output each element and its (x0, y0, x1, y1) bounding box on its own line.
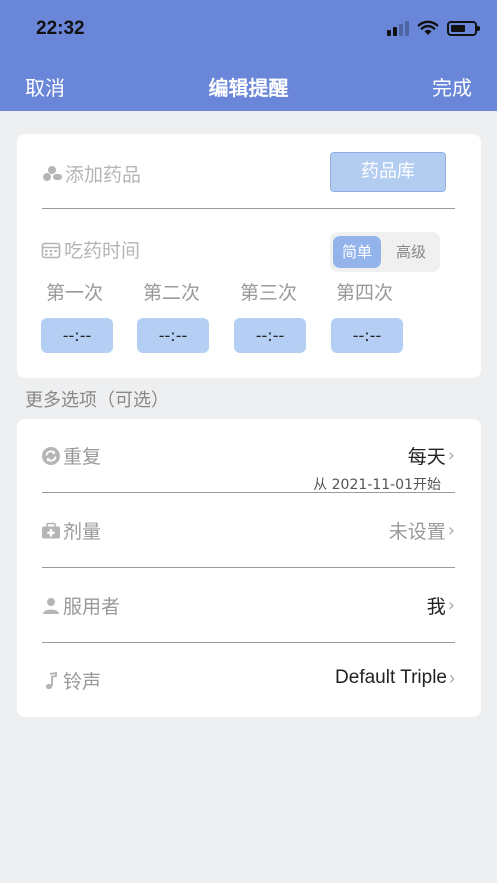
chevron-right-icon: › (447, 445, 455, 466)
repeat-value-text: 每天 (407, 446, 446, 468)
music-note-icon (45, 671, 57, 689)
medicine-library-button[interactable]: 药品库 (330, 152, 446, 192)
cancel-button[interactable]: 取消 (25, 72, 65, 101)
dosage-value: 未设置 › (389, 517, 455, 544)
signal-icon (387, 20, 409, 36)
chevron-right-icon: › (447, 595, 455, 616)
repeat-row[interactable]: 重复 每天 › 从 2021-11-01开始 (17, 419, 481, 494)
add-medicine-placeholder: 添加药品 (65, 164, 142, 186)
done-button[interactable]: 完成 (432, 72, 472, 101)
medicine-schedule-card: 添加药品 药品库 吃药时间 简单 高级 第一次 第二次 第三次 第四次 --:-… (17, 134, 481, 378)
taker-value-text: 我 (426, 596, 446, 618)
dose-2-time-button[interactable]: --:-- (137, 318, 209, 353)
repeat-label: 重复 (41, 442, 101, 469)
header-bar: 22:32 取消 编辑提醒 完成 (0, 0, 497, 111)
ringtone-label: 铃声 (41, 667, 101, 694)
ringtone-value: Default Triple › (335, 667, 455, 689)
add-medicine-field[interactable]: 添加药品 (41, 160, 141, 187)
chevron-right-icon: › (449, 667, 455, 688)
divider (42, 492, 455, 493)
taker-label: 服用者 (41, 592, 120, 619)
repeat-icon (42, 446, 60, 465)
ringtone-value-text: Default Triple (335, 667, 447, 688)
status-time: 22:32 (36, 18, 85, 39)
dosage-value-text: 未设置 (388, 521, 446, 543)
dose-2-label: 第二次 (143, 282, 201, 304)
mode-advanced-tab[interactable]: 高级 (386, 236, 436, 268)
dose-1-label: 第一次 (46, 282, 104, 304)
dose-3-label: 第三次 (240, 282, 298, 304)
taker-value: 我 › (427, 592, 455, 619)
dose-4-time-button[interactable]: --:-- (331, 318, 403, 353)
taker-label-text: 服用者 (63, 596, 121, 618)
ringtone-label-text: 铃声 (63, 671, 102, 693)
dose-4-label: 第四次 (336, 282, 394, 304)
page-title-text: 编辑提醒 (208, 76, 289, 100)
pills-icon (43, 165, 62, 181)
mode-segmented-control: 简单 高级 (330, 232, 440, 272)
medication-time-text: 吃药时间 (64, 240, 141, 262)
repeat-start-note: 从 2021-11-01开始 (313, 477, 441, 493)
medkit-icon (42, 522, 60, 538)
repeat-label-text: 重复 (63, 446, 102, 468)
dosage-label-text: 剂量 (63, 521, 102, 543)
ringtone-row[interactable]: 铃声 Default Triple › (17, 644, 481, 719)
divider (42, 642, 455, 643)
repeat-value: 每天 › (408, 442, 455, 469)
divider (42, 208, 455, 209)
dosage-label: 剂量 (41, 517, 101, 544)
taker-row[interactable]: 服用者 我 › (17, 569, 481, 644)
options-card: 重复 每天 › 从 2021-11-01开始 剂量 未设置 › 服用者 我 › … (17, 419, 481, 717)
page-title: 编辑提醒 (0, 72, 497, 101)
dosage-row[interactable]: 剂量 未设置 › (17, 494, 481, 569)
chevron-right-icon: › (447, 520, 455, 541)
person-icon (43, 597, 59, 614)
medication-time-label: 吃药时间 (41, 236, 140, 263)
dose-1-time-button[interactable]: --:-- (41, 318, 113, 353)
dose-3-time-button[interactable]: --:-- (234, 318, 306, 353)
mode-simple-tab[interactable]: 简单 (333, 236, 381, 268)
status-icons (387, 20, 480, 36)
battery-icon (447, 20, 480, 36)
wifi-icon (417, 20, 439, 35)
divider (42, 567, 455, 568)
more-options-heading: 更多选项（可选） (25, 390, 169, 411)
calendar-icon (41, 242, 61, 258)
